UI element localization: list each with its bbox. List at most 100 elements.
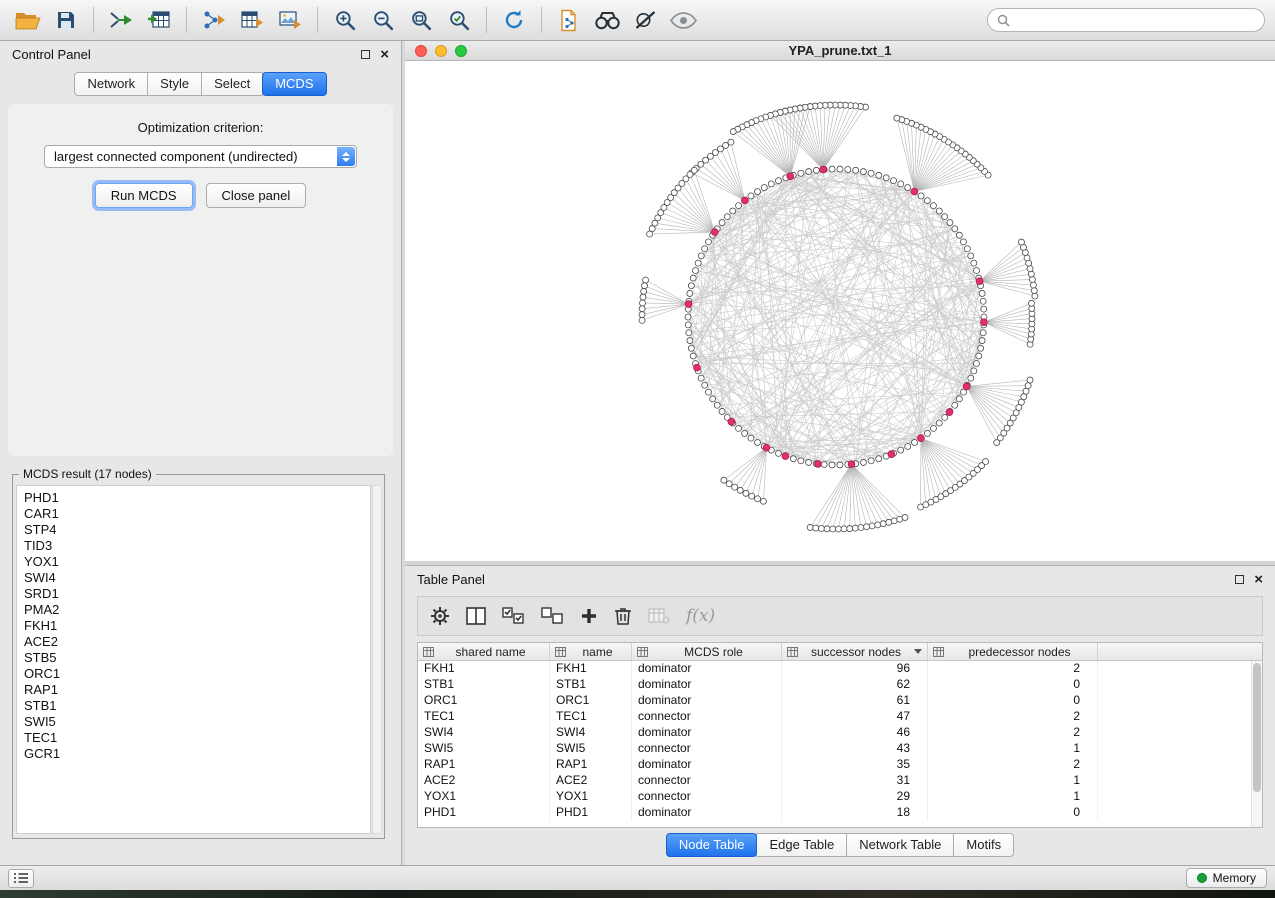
mcds-result-item[interactable]: STB1 [24, 698, 363, 714]
table-row[interactable]: YOX1YOX1connector291 [418, 789, 1262, 805]
run-mcds-button[interactable]: Run MCDS [95, 183, 193, 208]
zoom-out-button[interactable] [365, 4, 401, 36]
optimization-criterion-select[interactable]: largest connected component (undirected) [44, 145, 357, 168]
export-network-icon [202, 10, 226, 30]
tab-select[interactable]: Select [201, 72, 263, 96]
cell-filler [1098, 693, 1262, 709]
cell-name: PHD1 [550, 805, 632, 821]
memory-button[interactable]: Memory [1186, 868, 1267, 888]
network-titlebar[interactable]: YPA_prune.txt_1 [405, 41, 1275, 61]
mcds-result-item[interactable]: SRD1 [24, 586, 363, 602]
mcds-result-item[interactable]: SWI5 [24, 714, 363, 730]
close-panel-icon[interactable]: × [380, 47, 389, 62]
export-table-button[interactable] [234, 4, 270, 36]
close-table-panel-icon[interactable]: × [1254, 572, 1263, 587]
cell-mcds-role: dominator [632, 805, 782, 821]
mcds-result-item[interactable]: STP4 [24, 522, 363, 538]
mcds-result-item[interactable]: TID3 [24, 538, 363, 554]
tab-network[interactable]: Network [74, 72, 148, 96]
tab-style[interactable]: Style [147, 72, 202, 96]
deselect-all-button[interactable] [541, 607, 564, 625]
network-canvas[interactable] [405, 61, 1275, 561]
result-list-scrollbar[interactable] [372, 485, 382, 834]
show-panels-button[interactable] [8, 869, 34, 888]
search-network-button[interactable] [589, 4, 625, 36]
table-row[interactable]: ACE2ACE2connector311 [418, 773, 1262, 789]
cell-filler [1098, 773, 1262, 789]
mcds-result-item[interactable]: YOX1 [24, 554, 363, 570]
tab-node-table[interactable]: Node Table [666, 833, 758, 857]
open-file-button[interactable] [10, 4, 46, 36]
export-document-button[interactable] [551, 4, 587, 36]
float-panel-icon[interactable] [361, 50, 370, 59]
mcds-result-item[interactable]: ORC1 [24, 666, 363, 682]
table-settings-button[interactable] [430, 606, 450, 626]
show-columns-button[interactable] [466, 607, 486, 625]
mcds-result-item[interactable]: CAR1 [24, 506, 363, 522]
float-table-panel-icon[interactable] [1235, 575, 1244, 584]
tab-network-table[interactable]: Network Table [846, 833, 954, 857]
cell-successor-nodes: 35 [782, 757, 928, 773]
import-network-button[interactable] [103, 4, 139, 36]
column-header-predecessor-nodes[interactable]: predecessor nodes [928, 643, 1098, 660]
sort-caret-icon [914, 649, 922, 654]
hide-details-button[interactable] [627, 4, 663, 36]
add-column-button[interactable] [580, 607, 598, 625]
table-row[interactable]: PHD1PHD1dominator180 [418, 805, 1262, 821]
desktop-background: Control Panel × NetworkStyleSelectMCDS O… [0, 0, 1275, 898]
close-panel-button[interactable]: Close panel [206, 183, 307, 208]
show-hide-button[interactable] [665, 4, 701, 36]
mcds-result-item[interactable]: STB5 [24, 650, 363, 666]
export-image-button[interactable] [272, 4, 308, 36]
mcds-result-item[interactable]: SWI4 [24, 570, 363, 586]
save-button[interactable] [48, 4, 84, 36]
cell-name: STB1 [550, 677, 632, 693]
cell-name: SWI4 [550, 725, 632, 741]
mcds-result-item[interactable]: ACE2 [24, 634, 363, 650]
table-row[interactable]: SWI5SWI5connector431 [418, 741, 1262, 757]
tab-motifs[interactable]: Motifs [953, 833, 1014, 857]
mcds-result-item[interactable]: RAP1 [24, 682, 363, 698]
search-input[interactable] [1015, 13, 1255, 27]
cell-mcds-role: connector [632, 789, 782, 805]
table-row[interactable]: TEC1TEC1connector472 [418, 709, 1262, 725]
search-box[interactable] [987, 8, 1265, 32]
mcds-result-item[interactable]: PMA2 [24, 602, 363, 618]
column-header-shared-name[interactable]: shared name [418, 643, 550, 660]
tab-mcds[interactable]: MCDS [262, 72, 326, 96]
table-scrollbar-thumb[interactable] [1253, 663, 1261, 792]
trash-icon [614, 606, 632, 626]
column-header-MCDS-role[interactable]: MCDS role [632, 643, 782, 660]
export-network-button[interactable] [196, 4, 232, 36]
mcds-result-item[interactable]: TEC1 [24, 730, 363, 746]
mcds-result-group: MCDS result (17 nodes) PHD1CAR1STP4TID3Y… [12, 467, 385, 839]
cell-predecessor-nodes: 0 [928, 677, 1098, 693]
toolbar-separator [93, 7, 94, 33]
import-table-button[interactable] [141, 4, 177, 36]
table-row[interactable]: RAP1RAP1dominator352 [418, 757, 1262, 773]
toolbar-separator [486, 7, 487, 33]
cell-mcds-role: dominator [632, 661, 782, 677]
cell-shared-name: FKH1 [418, 661, 550, 677]
zoom-fit-button[interactable] [403, 4, 439, 36]
table-scrollbar[interactable] [1251, 661, 1262, 827]
table-row[interactable]: ORC1ORC1dominator610 [418, 693, 1262, 709]
select-all-button[interactable] [502, 607, 525, 625]
refresh-button[interactable] [496, 4, 532, 36]
tab-edge-table[interactable]: Edge Table [756, 833, 847, 857]
zoom-selected-button[interactable] [441, 4, 477, 36]
table-row[interactable]: FKH1FKH1dominator962 [418, 661, 1262, 677]
mcds-result-item[interactable]: GCR1 [24, 746, 363, 762]
table-row[interactable]: SWI4SWI4dominator462 [418, 725, 1262, 741]
mcds-result-item[interactable]: FKH1 [24, 618, 363, 634]
column-header-name[interactable]: name [550, 643, 632, 660]
mcds-result-list[interactable]: PHD1CAR1STP4TID3YOX1SWI4SRD1PMA2FKH1ACE2… [16, 485, 371, 834]
table-toolbar: f(x) [417, 596, 1263, 636]
zoom-in-button[interactable] [327, 4, 363, 36]
cell-filler [1098, 677, 1262, 693]
column-header-successor-nodes[interactable]: successor nodes [782, 643, 928, 660]
cell-mcds-role: connector [632, 709, 782, 725]
delete-column-button[interactable] [614, 606, 632, 626]
mcds-result-item[interactable]: PHD1 [24, 490, 363, 506]
table-row[interactable]: STB1STB1dominator620 [418, 677, 1262, 693]
